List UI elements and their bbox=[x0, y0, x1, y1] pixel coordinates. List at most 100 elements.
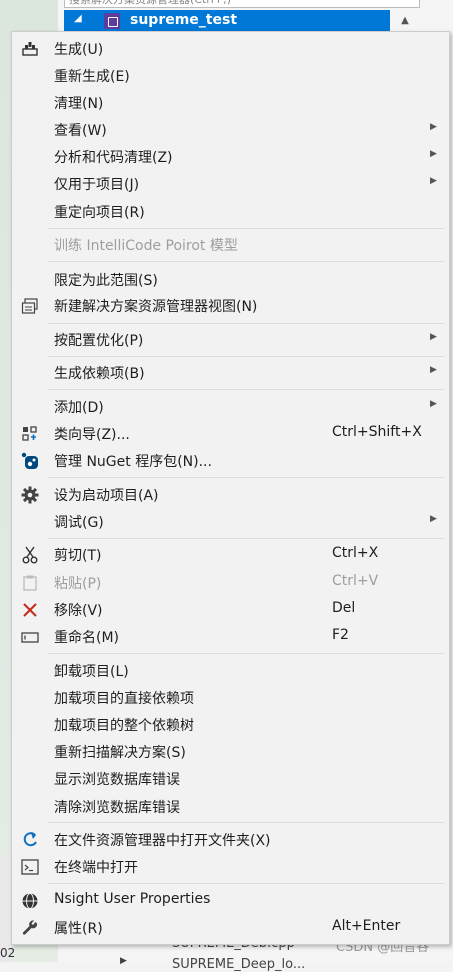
submenu-arrow-icon: ▶ bbox=[430, 176, 437, 186]
file-item[interactable]: SUPREME_Deep_lo... bbox=[172, 957, 305, 972]
menu-label: 管理 NuGet 程序包(N)... bbox=[54, 454, 212, 470]
submenu-arrow-icon: ▶ bbox=[430, 332, 437, 342]
terminal-icon bbox=[21, 858, 39, 876]
nuget-icon bbox=[21, 452, 39, 470]
class-wizard-icon bbox=[21, 425, 39, 443]
menu-separator bbox=[48, 883, 444, 884]
menu-label: 限定为此范围(S) bbox=[54, 273, 158, 289]
rename-icon bbox=[21, 628, 39, 646]
menu-label: 显示浏览数据库错误 bbox=[54, 772, 180, 788]
menu-label: 分析和代码清理(Z) bbox=[54, 150, 173, 166]
menu-item-unload[interactable]: 卸载项目(L) bbox=[12, 657, 449, 684]
menu-item-cut[interactable]: 剪切(T) Ctrl+X bbox=[12, 541, 449, 568]
selected-project-row[interactable]: ◢ supreme_test bbox=[64, 10, 390, 32]
menu-separator bbox=[48, 653, 444, 654]
menu-label: 清除浏览数据库错误 bbox=[54, 800, 180, 816]
menu-item-clean[interactable]: 清理(N) bbox=[12, 89, 449, 116]
menu-item-remove[interactable]: 移除(V) Del bbox=[12, 596, 449, 623]
menu-shortcut: Alt+Enter bbox=[332, 918, 401, 934]
menu-separator bbox=[48, 477, 444, 478]
scissors-icon bbox=[21, 546, 39, 564]
new-view-icon bbox=[21, 297, 39, 315]
menu-item-rename[interactable]: 重命名(M) F2 bbox=[12, 623, 449, 650]
menu-label: 清理(N) bbox=[54, 96, 104, 112]
menu-label: 设为启动项目(A) bbox=[54, 488, 159, 504]
globe-icon bbox=[21, 892, 39, 910]
menu-label: 属性(R) bbox=[54, 921, 103, 937]
menu-item-scope[interactable]: 限定为此范围(S) bbox=[12, 266, 449, 293]
menu-item-rescan[interactable]: 重新扫描解决方案(S) bbox=[12, 738, 449, 765]
menu-label: 在终端中打开 bbox=[54, 860, 138, 876]
menu-item-class-wizard[interactable]: 类向导(Z)... Ctrl+Shift+X bbox=[12, 420, 449, 447]
expand-arrow-icon[interactable]: ◢ bbox=[74, 13, 82, 24]
menu-shortcut: Ctrl+X bbox=[332, 545, 379, 561]
menu-separator bbox=[48, 356, 444, 357]
menu-shortcut: Ctrl+V bbox=[332, 573, 379, 589]
menu-item-new-view[interactable]: 新建解决方案资源管理器视图(N) bbox=[12, 292, 449, 319]
project-name: supreme_test bbox=[130, 12, 238, 28]
menu-label: 添加(D) bbox=[54, 400, 104, 416]
menu-item-nsight[interactable]: Nsight User Properties bbox=[12, 887, 449, 914]
gear-icon bbox=[21, 486, 39, 504]
menu-item-properties[interactable]: 属性(R) Alt+Enter bbox=[12, 914, 449, 941]
menu-label: 查看(W) bbox=[54, 123, 107, 139]
menu-label: 调试(G) bbox=[54, 515, 104, 531]
submenu-arrow-icon: ▶ bbox=[430, 149, 437, 159]
context-menu: 生成(U) 重新生成(E) 清理(N) 查看(W) ▶ 分析和代码清理(Z) ▶… bbox=[11, 31, 450, 945]
menu-separator bbox=[48, 323, 444, 324]
menu-label: 重新生成(E) bbox=[54, 69, 130, 85]
menu-separator bbox=[48, 228, 444, 229]
submenu-arrow-icon: ▶ bbox=[430, 365, 437, 375]
menu-label: 加载项目的整个依赖树 bbox=[54, 718, 194, 734]
menu-item-debug[interactable]: 调试(G) ▶ bbox=[12, 508, 449, 535]
clipboard-icon bbox=[21, 574, 39, 592]
menu-item-paste: 粘贴(P) Ctrl+V bbox=[12, 569, 449, 596]
menu-item-pgo[interactable]: 按配置优化(P) ▶ bbox=[12, 326, 449, 353]
menu-item-analyze[interactable]: 分析和代码清理(Z) ▶ bbox=[12, 143, 449, 170]
menu-separator bbox=[48, 389, 444, 390]
menu-item-add[interactable]: 添加(D) ▶ bbox=[12, 393, 449, 420]
menu-label: 在文件资源管理器中打开文件夹(X) bbox=[54, 833, 271, 849]
menu-item-load-direct-deps[interactable]: 加载项目的直接依赖项 bbox=[12, 684, 449, 711]
submenu-arrow-icon: ▶ bbox=[430, 514, 437, 524]
menu-item-show-db-errors[interactable]: 显示浏览数据库错误 bbox=[12, 765, 449, 792]
menu-label: 重定向项目(R) bbox=[54, 205, 145, 221]
menu-shortcut: Del bbox=[332, 600, 356, 616]
menu-label: 生成依赖项(B) bbox=[54, 366, 145, 382]
menu-label: 新建解决方案资源管理器视图(N) bbox=[54, 299, 258, 315]
menu-item-startup[interactable]: 设为启动项目(A) bbox=[12, 481, 449, 508]
submenu-arrow-icon: ▶ bbox=[430, 399, 437, 409]
open-folder-arrow-icon bbox=[21, 831, 39, 849]
build-icon bbox=[21, 40, 39, 58]
menu-item-open-folder[interactable]: 在文件资源管理器中打开文件夹(X) bbox=[12, 826, 449, 853]
menu-separator bbox=[48, 261, 444, 262]
menu-item-project-only[interactable]: 仅用于项目(J) ▶ bbox=[12, 170, 449, 197]
menu-label: 重新扫描解决方案(S) bbox=[54, 745, 186, 761]
menu-item-retarget[interactable]: 重定向项目(R) bbox=[12, 198, 449, 225]
menu-label: 按配置优化(P) bbox=[54, 333, 144, 349]
menu-label: 重命名(M) bbox=[54, 630, 120, 646]
menu-label: 移除(V) bbox=[54, 603, 103, 619]
menu-item-rebuild[interactable]: 重新生成(E) bbox=[12, 62, 449, 89]
menu-item-view[interactable]: 查看(W) ▶ bbox=[12, 116, 449, 143]
menu-item-open-terminal[interactable]: 在终端中打开 bbox=[12, 853, 449, 880]
menu-shortcut: F2 bbox=[332, 627, 349, 643]
solution-search-input[interactable]: 搜索解决方案资源管理器(Ctrl+;) bbox=[64, 0, 420, 8]
menu-item-load-dep-tree[interactable]: 加载项目的整个依赖树 bbox=[12, 711, 449, 738]
menu-label: 生成(U) bbox=[54, 42, 104, 58]
menu-item-build-deps[interactable]: 生成依赖项(B) ▶ bbox=[12, 359, 449, 386]
menu-shortcut: Ctrl+Shift+X bbox=[332, 424, 422, 440]
submenu-arrow-icon: ▶ bbox=[430, 122, 437, 132]
menu-item-nuget[interactable]: 管理 NuGet 程序包(N)... bbox=[12, 447, 449, 474]
wrench-icon bbox=[21, 919, 39, 937]
menu-item-build[interactable]: 生成(U) bbox=[12, 35, 449, 62]
project-icon bbox=[104, 13, 120, 29]
line-number: 02 bbox=[0, 946, 16, 960]
scroll-up-button[interactable]: ▲ bbox=[394, 10, 416, 32]
menu-label: 卸载项目(L) bbox=[54, 664, 129, 680]
menu-label: 粘贴(P) bbox=[54, 576, 102, 592]
expand-arrow-icon[interactable]: ▶ bbox=[120, 956, 127, 966]
close-icon bbox=[21, 601, 39, 619]
menu-label: 类向导(Z)... bbox=[54, 427, 130, 443]
menu-item-clear-db-errors[interactable]: 清除浏览数据库错误 bbox=[12, 793, 449, 820]
